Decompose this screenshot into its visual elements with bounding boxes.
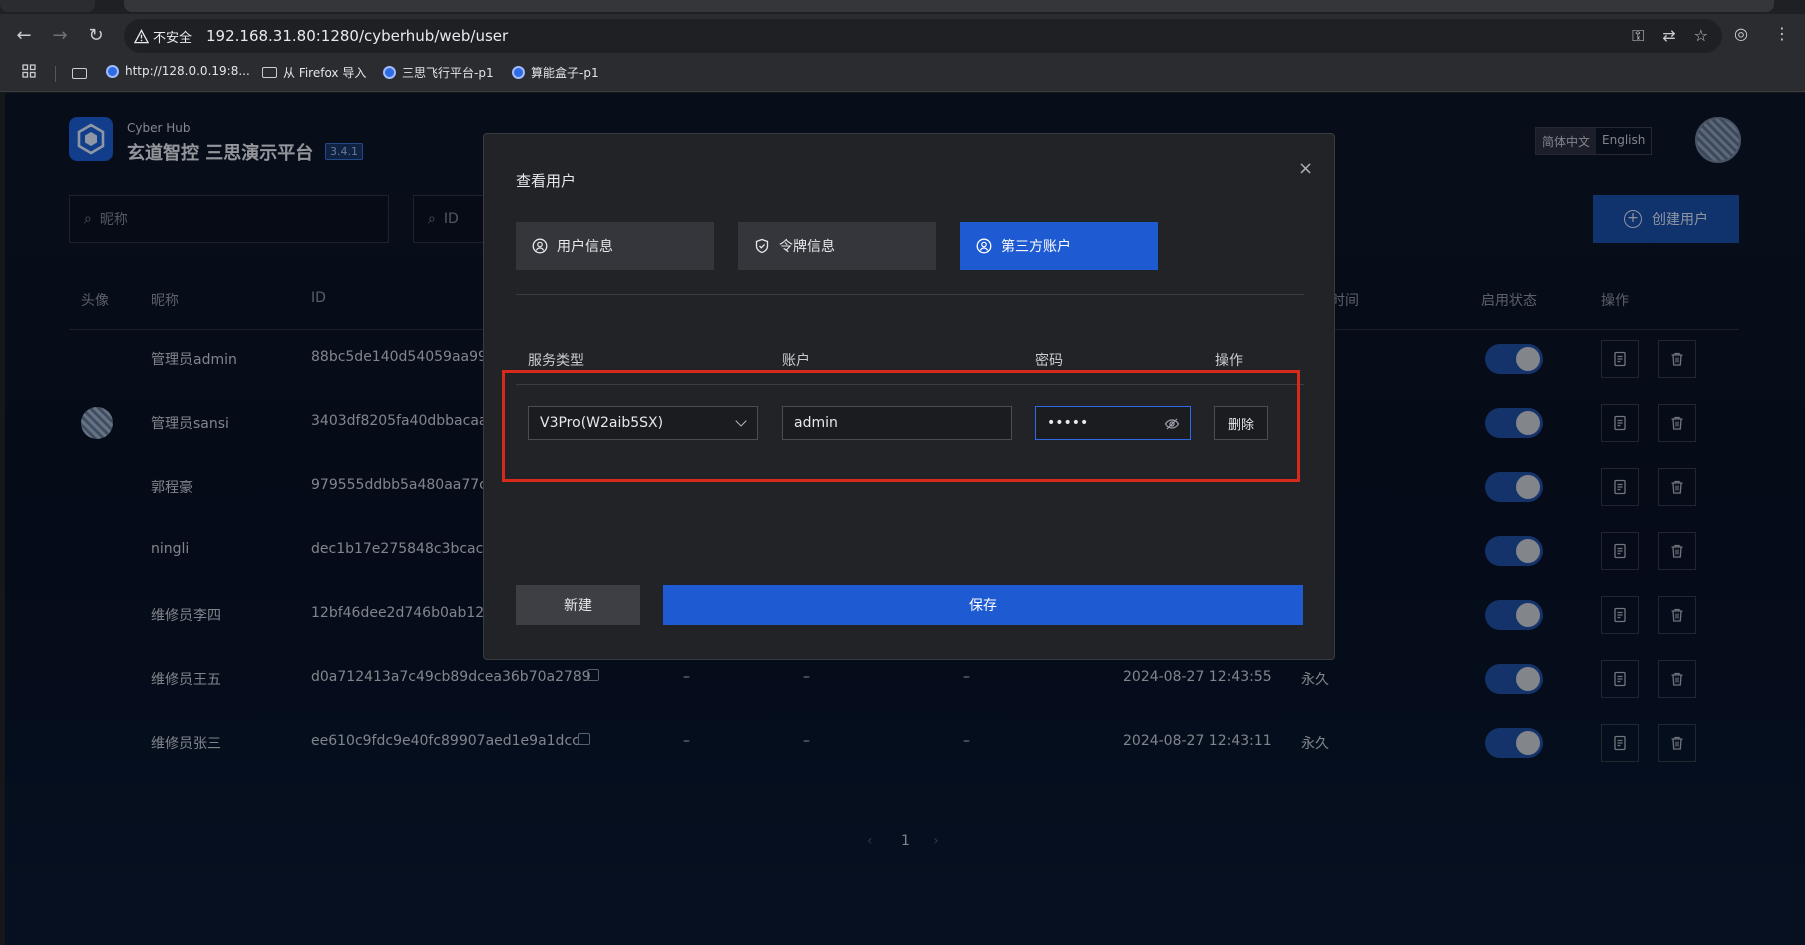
col-service-type: 服务类型 <box>528 353 584 369</box>
address-bar[interactable]: 不安全 192.168.31.80:1280/cyberhub/web/user… <box>124 19 1722 53</box>
bookmark-folder-icon[interactable] <box>72 68 87 79</box>
reload-icon[interactable]: ↻ <box>84 24 108 48</box>
key-icon[interactable]: ⚿ <box>1632 26 1644 46</box>
forward-arrow-icon[interactable]: → <box>48 24 72 48</box>
close-icon[interactable]: × <box>1298 158 1313 179</box>
col-actions: 操作 <box>1215 353 1243 369</box>
bookmark-item-4[interactable]: 算能盒子-p1 <box>512 64 599 81</box>
bookmark-favicon-icon <box>383 66 396 79</box>
url-text[interactable]: 192.168.31.80:1280/cyberhub/web/user <box>206 27 508 45</box>
browser-tab[interactable] <box>0 0 95 12</box>
bookmark-favicon-icon <box>106 64 119 78</box>
security-label: 不安全 <box>153 31 193 46</box>
bookmark-favicon-icon <box>512 66 525 79</box>
user-circle-icon <box>976 238 992 254</box>
bookmark-separator <box>55 66 56 82</box>
bookmark-item-1[interactable]: http://128.0.0.19:8... <box>106 64 250 78</box>
app-page: Cyber Hub 玄道智控 三思演示平台 3.4.1 简体中文 English… <box>5 93 1805 945</box>
browser-toolbar: ← → ↻ 不安全 192.168.31.80:1280/cyberhub/we… <box>0 14 1805 56</box>
folder-icon <box>262 67 277 78</box>
translate-icon[interactable]: ⇄ <box>1662 26 1675 46</box>
tab-token-info[interactable]: 令牌信息 <box>738 222 936 270</box>
highlight-annotation <box>502 370 1300 482</box>
user-circle-icon <box>532 238 548 254</box>
col-account: 账户 <box>782 353 810 369</box>
new-account-button[interactable]: 新建 <box>516 585 640 625</box>
shield-check-icon <box>755 238 769 254</box>
warning-triangle-icon <box>134 29 149 44</box>
back-arrow-icon[interactable]: ← <box>12 24 36 48</box>
modal-title: 查看用户 <box>516 172 577 190</box>
apps-grid-icon[interactable] <box>22 64 36 78</box>
browser-tabstrip <box>0 0 1805 14</box>
col-password: 密码 <box>1035 353 1063 369</box>
bookmark-item-3[interactable]: 三思飞行平台-p1 <box>383 64 494 81</box>
bookmark-item-2[interactable]: 从 Firefox 导入 <box>262 64 366 81</box>
view-user-modal: 查看用户 × 用户信息 令牌信息 第三方账户 服务类型 账户 密码 操作 V3P… <box>483 133 1335 660</box>
bookmarks-bar: http://128.0.0.19:8... 从 Firefox 导入 三思飞行… <box>0 56 1805 92</box>
modal-divider <box>516 294 1304 295</box>
tab-user-info[interactable]: 用户信息 <box>516 222 714 270</box>
save-button[interactable]: 保存 <box>663 585 1303 625</box>
tab-third-party-accounts[interactable]: 第三方账户 <box>960 222 1158 270</box>
star-icon[interactable]: ☆ <box>1694 26 1708 46</box>
browser-tab-secondary[interactable] <box>124 0 1774 12</box>
security-warning[interactable]: 不安全 <box>134 27 192 46</box>
kebab-menu-icon[interactable]: ⋮ <box>1774 24 1790 43</box>
profile-icon[interactable]: ◎ <box>1734 24 1748 43</box>
